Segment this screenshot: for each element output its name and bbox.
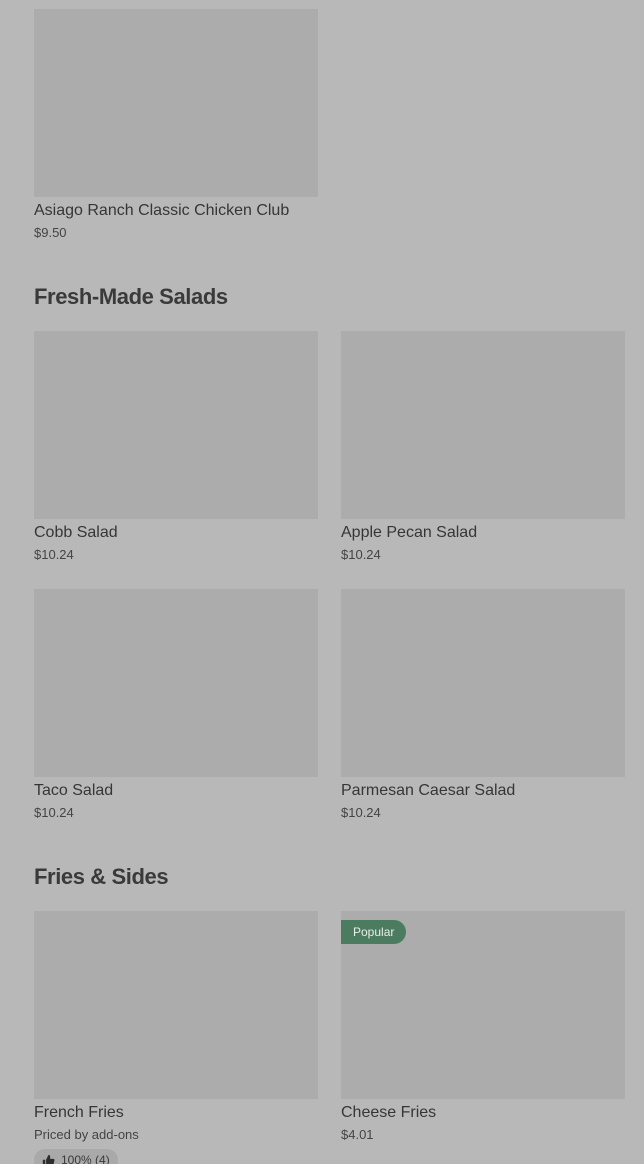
item-price: $4.01 [341, 1127, 374, 1142]
item-price: $10.24 [341, 805, 381, 820]
item-image[interactable] [34, 9, 318, 197]
thumbs-up-icon [42, 1154, 55, 1164]
item-image[interactable] [34, 911, 318, 1099]
item-name: Cobb Salad [34, 524, 118, 541]
item-price: Priced by add-ons [34, 1127, 139, 1142]
item-name: French Fries [34, 1104, 124, 1121]
menu-item-asiago[interactable]: Asiago Ranch Classic Chicken Club $9.50 [34, 9, 318, 241]
menu-item-taco[interactable]: Taco Salad $10.24 [34, 589, 318, 821]
rating-pill: 100% (4) [34, 1149, 118, 1164]
menu-item-french-fries[interactable]: French Fries Priced by add-ons 100% (4) [34, 911, 318, 1164]
menu-page: Asiago Ranch Classic Chicken Club $9.50 … [0, 0, 644, 1164]
menu-item-caesar[interactable]: Parmesan Caesar Salad $10.24 [341, 589, 625, 821]
item-image[interactable] [341, 331, 625, 519]
section-heading-salads: Fresh-Made Salads [34, 284, 228, 309]
item-image[interactable]: Popular [341, 911, 625, 1099]
menu-item-apple-pecan[interactable]: Apple Pecan Salad $10.24 [341, 331, 625, 563]
item-image[interactable] [34, 589, 318, 777]
menu-item-cheese-fries[interactable]: Popular Cheese Fries $4.01 [341, 911, 625, 1143]
item-name: Asiago Ranch Classic Chicken Club [34, 202, 290, 219]
rating-text: 100% (4) [61, 1153, 110, 1164]
item-price: $10.24 [34, 805, 74, 820]
popular-badge: Popular [341, 920, 407, 944]
section-heading-sides: Fries & Sides [34, 864, 169, 889]
item-price: $10.24 [341, 547, 381, 562]
item-image[interactable] [341, 589, 625, 777]
item-image[interactable] [34, 331, 318, 519]
item-price: $9.50 [34, 225, 67, 240]
item-name: Taco Salad [34, 782, 114, 799]
item-price: $10.24 [34, 547, 74, 562]
item-name: Cheese Fries [341, 1104, 437, 1121]
item-name: Apple Pecan Salad [341, 524, 478, 541]
item-name: Parmesan Caesar Salad [341, 782, 516, 799]
menu-item-cobb[interactable]: Cobb Salad $10.24 [34, 331, 318, 563]
